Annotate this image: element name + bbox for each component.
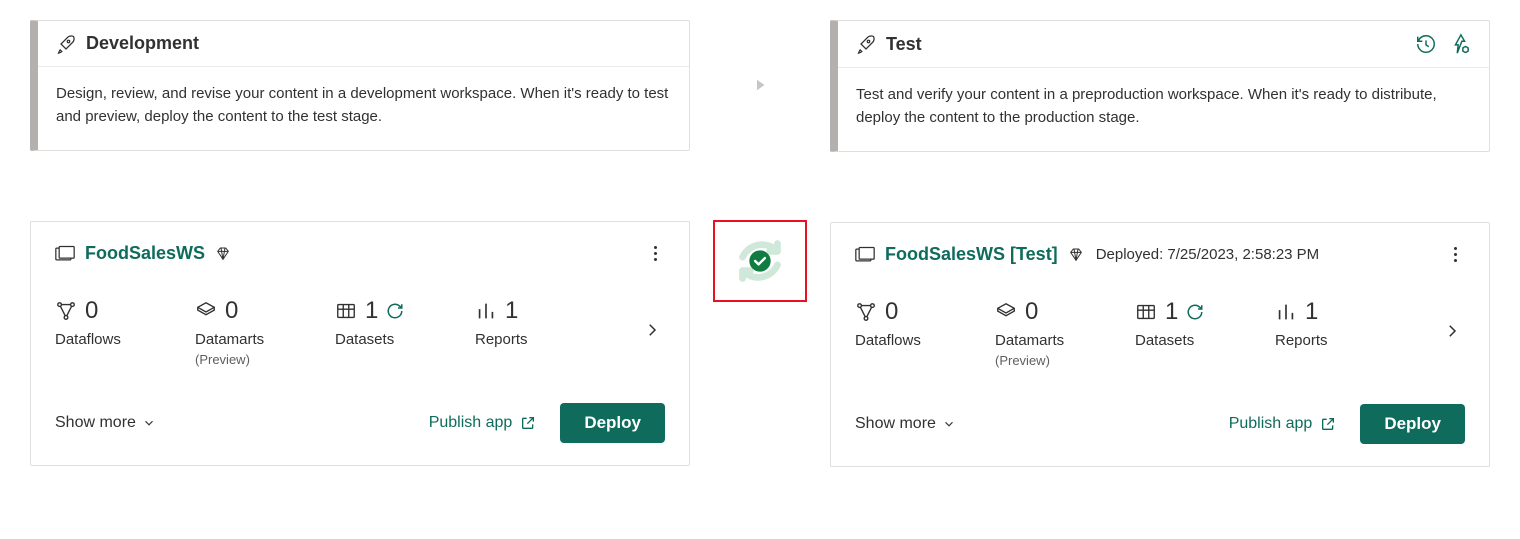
metric-dataflows: 0 Dataflows (55, 297, 155, 348)
publish-app-link[interactable]: Publish app (429, 414, 537, 432)
metric-count: 1 (505, 297, 518, 325)
metric-datasets: 1 Datasets (1135, 298, 1235, 349)
metric-count: 1 (365, 297, 378, 325)
show-more-toggle[interactable]: Show more (855, 415, 956, 433)
metric-count: 0 (1025, 298, 1038, 326)
datamarts-icon (995, 301, 1017, 323)
refresh-icon[interactable] (386, 302, 404, 320)
show-more-toggle[interactable]: Show more (55, 414, 156, 432)
metric-count: 1 (1305, 298, 1318, 326)
external-link-icon (520, 415, 536, 431)
datasets-icon (335, 300, 357, 322)
deployment-settings-icon[interactable] (1449, 33, 1471, 55)
compare-status-synced[interactable] (713, 220, 807, 302)
deployed-timestamp: Deployed: 7/25/2023, 2:58:23 PM (1096, 246, 1320, 263)
stage-header: Test (838, 21, 1489, 68)
metric-count: 0 (885, 298, 898, 326)
metrics-row: 0 Dataflows 0 Datamarts (Preview) (855, 298, 1465, 368)
metric-reports: 1 Reports (475, 297, 575, 348)
stage-description: Test and verify your content in a prepro… (838, 68, 1489, 151)
metrics-scroll-right[interactable] (1439, 318, 1465, 349)
chevron-down-icon (142, 416, 156, 430)
stage-card-development: Development Design, review, and revise y… (30, 20, 690, 151)
stage-header: Development (38, 21, 689, 67)
rocket-icon (856, 34, 876, 54)
deploy-button[interactable]: Deploy (560, 403, 665, 443)
metric-datasets: 1 Datasets (335, 297, 435, 348)
metric-dataflows: 0 Dataflows (855, 298, 955, 349)
stage-arrow-icon (751, 76, 769, 94)
more-options-button[interactable] (1445, 243, 1465, 266)
stage-column-development: Development Design, review, and revise y… (30, 20, 690, 466)
dataflows-icon (855, 301, 877, 323)
workspace-icon (855, 246, 875, 264)
workspace-name-link[interactable]: FoodSalesWS (85, 243, 205, 264)
workspace-card-dev: FoodSalesWS 0 Dataflows (30, 221, 690, 466)
metric-reports: 1 Reports (1275, 298, 1375, 349)
stage-card-test: Test Test and verify your content in a p… (830, 20, 1490, 152)
workspace-name-link[interactable]: FoodSalesWS [Test] (885, 244, 1058, 265)
metrics-scroll-right[interactable] (639, 317, 665, 348)
dataflows-icon (55, 300, 77, 322)
metric-datamarts: 0 Datamarts (Preview) (195, 297, 295, 367)
external-link-icon (1320, 416, 1336, 432)
rocket-icon (56, 34, 76, 54)
premium-diamond-icon (1068, 247, 1084, 263)
datasets-icon (1135, 301, 1157, 323)
publish-app-link[interactable]: Publish app (1229, 415, 1337, 433)
metric-datamarts: 0 Datamarts (Preview) (995, 298, 1095, 368)
more-options-button[interactable] (645, 242, 665, 265)
refresh-icon[interactable] (1186, 303, 1204, 321)
deployment-history-icon[interactable] (1415, 33, 1437, 55)
metrics-row: 0 Dataflows 0 Datamarts (Preview) (55, 297, 665, 367)
metric-count: 0 (225, 297, 238, 325)
workspace-card-test: FoodSalesWS [Test] Deployed: 7/25/2023, … (830, 222, 1490, 467)
datamarts-icon (195, 300, 217, 322)
stage-column-test: Test Test and verify your content in a p… (830, 20, 1490, 467)
workspace-icon (55, 245, 75, 263)
reports-icon (1275, 301, 1297, 323)
stage-gap (690, 20, 830, 302)
stage-title: Test (886, 34, 922, 55)
metric-count: 1 (1165, 298, 1178, 326)
metric-count: 0 (85, 297, 98, 325)
deploy-button[interactable]: Deploy (1360, 404, 1465, 444)
stage-description: Design, review, and revise your content … (38, 67, 689, 150)
pipeline-stages: Development Design, review, and revise y… (30, 20, 1490, 467)
premium-diamond-icon (215, 246, 231, 262)
chevron-down-icon (942, 417, 956, 431)
stage-title: Development (86, 33, 199, 54)
reports-icon (475, 300, 497, 322)
